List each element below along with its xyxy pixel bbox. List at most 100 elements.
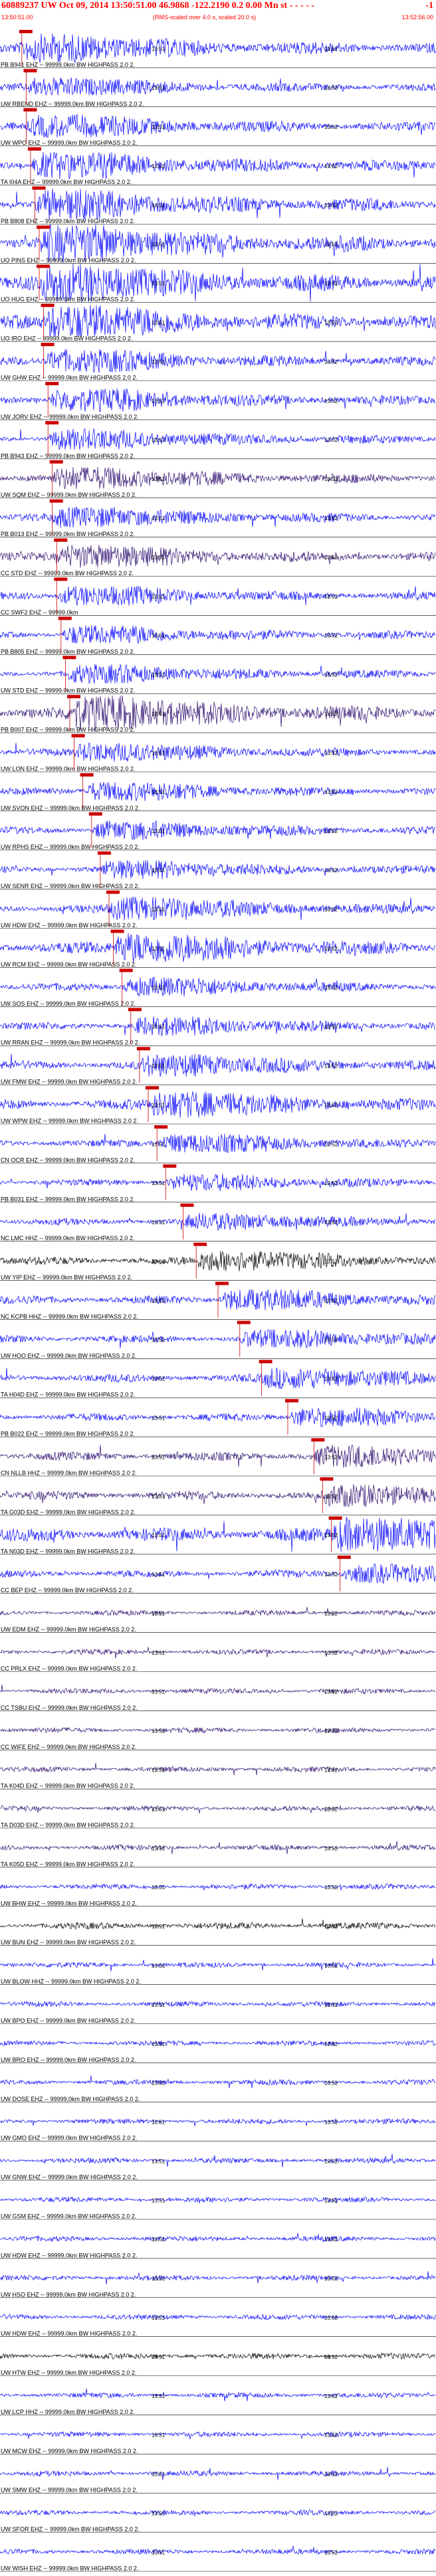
minute-tick-label: 13:52 [324,124,338,130]
minute-tick-label: 13:52 [324,594,338,600]
minute-tick-label: 13:51 [152,750,165,756]
trace-waveform [0,1367,436,1390]
phase-pick-marker [45,420,59,424]
trace-4: 13:51 13:52 TA I04A EHZ -- 99999.0km BW HI… [0,147,436,185]
trace-62: 13:51 13:52 UW MCW EHZ -- 99999.0km BW HIG… [0,2431,436,2454]
station-label: UO HUG EHZ -- 99999.0km BW HIGHPASS 2.0 … [1,296,135,303]
station-label: UW SMW EHZ -- 99999.0km BW HIGHPASS 2.0 … [1,2487,138,2494]
phase-pick-marker [110,929,124,933]
trace-waveform [0,2388,436,2401]
minute-tick-label: 13:51 [152,1259,165,1265]
phase-pick-marker [119,968,133,972]
minute-tick-label: 13:51 [152,2237,165,2243]
station-label: UW GMO EHZ -- 99999.0km BW HIGHPASS 2.0 … [1,2135,137,2142]
phase-pick-marker [49,499,63,503]
trace-waveform [0,1289,436,1311]
trace-waveform [0,933,436,963]
trace-25: 13:51 13:52 UW SOS EHZ -- 99999.0km BW HIG… [0,968,436,1007]
trace-35: 13:51 13:52 TA H04D EHZ -- 99999.0km BW HI… [0,1360,436,1398]
minute-tick-label: 13:51 [152,1180,165,1186]
minute-tick-label: 13:52 [324,1220,338,1226]
station-label: UW YIP EHZ -- 99999.0km BW HIGHPASS 2.0 … [1,1274,132,1281]
minute-tick-label: 13:52 [324,1572,338,1578]
minute-tick-label: 13:51 [152,242,165,248]
trace-waveform [0,506,436,528]
station-label: UW BLOW HHZ -- 99999.0km BW HIGHPASS 2.0… [1,1978,141,1985]
minute-tick-label: 13:52 [324,1885,338,1890]
trace-waveform [0,820,436,841]
trace-waveform [0,1762,436,1776]
station-label: TA K04D EHZ -- 99999.0km BW HIGHPASS 2.0… [1,1783,135,1790]
station-label: PB B022 EHZ -- 99999.0km BW HIGHPASS 2.0… [1,1431,135,1437]
minute-tick-label: 13:51 [152,2472,165,2478]
minute-tick-label: 13:51 [152,2315,165,2321]
trace-32: 13:51 13:52 UW YIP EHZ -- 99999.0km BW HIG… [0,1242,436,1281]
trace-65: 13:51 13:52 UW WISH EHZ -- 99999.0km BW HI… [0,2545,436,2572]
phase-pick-marker [27,147,41,151]
trace-18: 13:51 13:52 PB B007 EHZ -- 99999.0km BW HI… [0,695,436,733]
minute-tick-label: 13:52 [324,868,338,874]
minute-tick-label: 13:51 [152,711,165,717]
trace-38: 13:51 13:52 TA G03D EHZ -- 99999.0km BW HI… [0,1477,436,1515]
trace-53: 13:51 13:52 UW DOSE EHZ -- 99999.0km BW HI… [0,2075,436,2102]
minute-tick-label: 13:51 [152,2549,165,2555]
minute-tick-label: 13:51 [152,1024,165,1030]
minute-tick-label: 13:51 [152,46,165,52]
phase-pick-marker [23,68,37,72]
minute-tick-label: 13:52 [324,1493,338,1499]
station-label: PB B031 EHZ -- 99999.0km BW HIGHPASS 2.0… [1,1196,135,1202]
trace-waveform [0,349,436,373]
station-label: UW HDW EHZ -- 99999.0km BW HIGHPASS 2.0 … [1,2330,137,2337]
phase-pick-marker [237,1321,251,1325]
trace-waveform [0,2040,436,2047]
station-label: TA K05D EHZ -- 99999.0km BW HIGHPASS 2.0… [1,1861,135,1867]
trace-11: 13:51 13:52 PB B943 EHZ -- 99999.0km BW HI… [0,420,436,459]
trace-waveform [0,151,436,180]
minute-tick-label: 13:52 [324,1063,338,1069]
trace-waveform [0,976,436,997]
station-label: UW EDM EHZ -- 99999.0km BW HIGHPASS 2.0 … [1,1626,136,1633]
trace-waveform [0,2000,436,2008]
minute-tick-label: 13:52 [324,1650,338,1656]
station-label: UW LCP HHZ -- 99999.0km BW HIGHPASS 2.0 … [1,2409,135,2415]
trace-1: 13:51 13:52 PB B941 EHZ -- 99999.0km BW HI… [0,30,436,68]
station-label: NC KCPB HHZ -- 99999.0km BW HIGHPASS 2.0… [1,1313,138,1320]
minute-tick-label: 13:52 [324,85,338,91]
minute-tick-label: 13:51 [152,672,165,678]
minute-tick-label: 13:52 [324,2354,338,2360]
trace-waveform [0,2466,436,2480]
minute-tick-label: 13:52 [324,2002,338,2008]
station-label: PB B013 EHZ -- 99999.0km BW HIGHPASS 2.0… [1,531,135,537]
station-label: CN OCR EHZ -- 99999.0km BW HIGHPASS 2.0 … [1,1156,135,1163]
trace-42: 13:51 13:52 CC PRLX EHZ -- 99999.0km BW HI… [0,1647,436,1672]
station-label: TA H04D EHZ -- 99999.0km BW HIGHPASS 2.0… [1,1392,135,1398]
station-label: UW RBEND EHZ -- 99999.0km BW HIGHPASS 2.… [1,100,144,107]
station-label: CC BEP EHZ -- 99999.0km BW HIGHPASS 2.0 … [1,1587,134,1594]
phase-pick-marker [54,538,68,542]
trace-63: 13:51 13:52 UW SMW EHZ -- 99999.0km BW HIG… [0,2466,436,2494]
minute-tick-label: 13:52 [324,46,338,52]
minute-tick-label: 13:51 [152,907,165,913]
trace-waveform [0,782,436,801]
minute-tick-label: 13:51 [152,985,165,991]
station-label: UW STD EHZ -- 99999.0km BW HIGHPASS 2.0 … [1,688,135,694]
minute-tick-label: 13:52 [324,1963,338,1969]
phase-pick-marker [163,1164,177,1168]
trace-49: 13:51 13:52 UW BUN EHZ -- 99999.0km BW HIG… [0,1918,436,1946]
minute-tick-label: 13:51 [152,1454,165,1460]
minute-tick-label: 13:52 [324,907,338,913]
minute-tick-label: 13:51 [152,320,165,326]
trace-5: 13:51 13:52 PB B808 EHZ -- 99999.0km BW HI… [0,186,436,225]
station-label: TA G03D EHZ -- 99999.0km BW HIGHPASS 2.0… [1,1509,136,1515]
phase-pick-marker [32,186,46,190]
minute-tick-label: 13:51 [152,946,165,952]
trace-22: 13:51 13:52 UW SENR EHZ -- 99999.0km BW HI… [0,851,436,889]
minute-tick-label: 13:52 [324,2080,338,2086]
minute-tick-label: 13:51 [152,2080,165,2086]
minute-tick-label: 13:52 [324,985,338,991]
trace-58: 13:51 13:52 UW HSO EHZ -- 99999.0km BW HIG… [0,2271,436,2298]
trace-34: 13:51 13:52 UW HOO EHZ -- 99999.0km BW HIG… [0,1321,436,1359]
phase-pick-marker [215,1281,229,1285]
minute-tick-label: 13:52 [324,1259,338,1265]
trace-waveform [0,1607,436,1617]
